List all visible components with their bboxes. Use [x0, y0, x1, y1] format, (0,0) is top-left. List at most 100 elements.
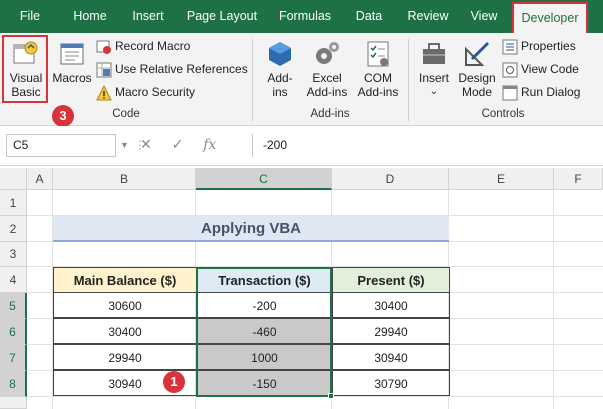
view-code-label: View Code: [521, 62, 579, 76]
controls-group-label: Controls: [481, 108, 525, 120]
add-ins-button[interactable]: Add- ins: [262, 39, 298, 99]
column-header-e[interactable]: E: [449, 168, 554, 190]
group-divider: [252, 39, 253, 121]
properties-icon: [502, 39, 518, 55]
run-dialog-label: Run Dialog: [521, 85, 581, 99]
column-header-c[interactable]: C: [196, 168, 332, 190]
relative-references-icon: [96, 62, 112, 78]
excel-add-ins-label-line2: Add-ins: [306, 85, 348, 99]
header-main-balance[interactable]: Main Balance ($): [53, 267, 197, 293]
visual-basic-icon: [13, 41, 38, 64]
chevron-down-icon: ⌄: [429, 86, 439, 97]
toolbox-icon: [423, 43, 445, 64]
com-add-ins-label-line1: COM: [364, 71, 392, 85]
use-relative-references-button[interactable]: Use Relative References: [96, 59, 248, 79]
properties-button[interactable]: Properties: [502, 36, 576, 56]
record-macro-label: Record Macro: [115, 39, 191, 53]
macros-icon: [60, 43, 84, 65]
sheet-title[interactable]: Applying VBA: [53, 216, 449, 242]
run-dialog-icon: [502, 85, 518, 101]
excel-add-ins-button[interactable]: Excel Add-ins: [302, 39, 352, 99]
properties-label: Properties: [521, 39, 576, 53]
tab-home[interactable]: Home: [66, 0, 114, 33]
cell-present[interactable]: 30940: [332, 344, 450, 370]
tab-formulas[interactable]: Formulas: [270, 0, 340, 33]
visual-basic-label-line2: Basic: [11, 85, 41, 99]
tab-data[interactable]: Data: [348, 0, 390, 33]
select-all-corner[interactable]: [0, 168, 27, 190]
insert-control-label: Insert: [418, 71, 449, 85]
name-box-dropdown-icon[interactable]: ▼: [120, 140, 129, 150]
row-header-7[interactable]: 7: [0, 345, 27, 371]
insert-function-icon[interactable]: fx: [203, 137, 216, 153]
column-header-f[interactable]: F: [554, 168, 603, 190]
com-add-ins-label-line2: Add-ins: [357, 85, 399, 99]
macro-security-label: Macro Security: [115, 85, 196, 99]
row-header-1[interactable]: 1: [0, 190, 27, 216]
use-relative-references-label: Use Relative References: [115, 62, 248, 76]
add-ins-label-line1: Add-: [267, 71, 293, 85]
code-group-label: Code: [112, 108, 140, 120]
enter-icon[interactable]: ✓: [172, 136, 184, 153]
tab-insert[interactable]: Insert: [124, 0, 172, 33]
add-ins-label-line2: ins: [272, 85, 288, 99]
formula-input[interactable]: -200: [252, 134, 603, 157]
run-dialog-button[interactable]: Run Dialog: [502, 82, 580, 102]
cell-main-balance[interactable]: 29940: [53, 344, 197, 370]
row-header-5[interactable]: 5: [0, 293, 27, 319]
design-mode-icon: [465, 41, 490, 66]
group-divider: [408, 39, 409, 121]
ribbon-panel: Visual Basic Macros Record Macro Use Rel…: [0, 33, 603, 126]
ribbon-tab-bar: File Home Insert Page Layout Formulas Da…: [0, 0, 603, 33]
formula-bar-buttons: ✕ ✓ fx: [140, 136, 232, 153]
formula-bar: C5 ▼ ⋮ ✕ ✓ fx -200: [0, 126, 603, 166]
add-ins-group-label: Add-ins: [310, 108, 350, 120]
record-macro-icon: [96, 40, 111, 54]
fill-handle[interactable]: [328, 393, 334, 399]
row-header-9[interactable]: [0, 397, 27, 409]
insert-control-button[interactable]: Insert ⌄: [414, 39, 454, 99]
row-header-2[interactable]: 2: [0, 216, 27, 242]
tab-file[interactable]: File: [10, 0, 50, 33]
selection-range-border: [196, 267, 332, 397]
callout-badge-3: 3: [52, 105, 74, 127]
name-box[interactable]: C5: [6, 134, 116, 157]
callout-badge-1: 1: [163, 371, 185, 393]
tab-developer[interactable]: Developer: [512, 2, 588, 33]
visual-basic-button[interactable]: Visual Basic: [4, 39, 48, 99]
cell-present[interactable]: 29940: [332, 318, 450, 344]
view-code-button[interactable]: View Code: [502, 59, 579, 79]
column-header-d[interactable]: D: [332, 168, 449, 190]
cell-main-balance[interactable]: 30400: [53, 318, 197, 344]
macro-security-button[interactable]: Macro Security: [96, 82, 195, 102]
visual-basic-label-line1: Visual: [9, 71, 43, 85]
record-macro-button[interactable]: Record Macro: [96, 36, 190, 56]
gear-icon: [316, 42, 339, 64]
com-add-ins-icon: [367, 41, 389, 67]
row-header-6[interactable]: 6: [0, 319, 27, 345]
column-header-b[interactable]: B: [53, 168, 196, 190]
macros-label: Macros: [52, 71, 92, 85]
design-mode-label-line1: Design: [458, 71, 496, 85]
excel-add-ins-label-line1: Excel: [312, 71, 342, 85]
gridline: [553, 190, 554, 409]
macros-button[interactable]: Macros: [52, 39, 92, 85]
cancel-icon[interactable]: ✕: [140, 136, 152, 153]
tab-review[interactable]: Review: [400, 0, 456, 33]
add-ins-icon: [269, 42, 291, 66]
cell-present[interactable]: 30790: [332, 370, 450, 396]
column-header-a[interactable]: A: [27, 168, 53, 190]
header-present[interactable]: Present ($): [332, 267, 450, 293]
design-mode-button[interactable]: Design Mode: [456, 39, 498, 99]
row-header-8[interactable]: 8: [0, 371, 27, 397]
com-add-ins-button[interactable]: COM Add-ins: [354, 39, 402, 99]
tab-view[interactable]: View: [464, 0, 504, 33]
cell-present[interactable]: 30400: [332, 292, 450, 318]
warning-icon: [96, 84, 112, 101]
row-header-3[interactable]: 3: [0, 242, 27, 267]
design-mode-label-line2: Mode: [461, 85, 493, 99]
cell-main-balance[interactable]: 30600: [53, 292, 197, 318]
tab-page-layout[interactable]: Page Layout: [182, 0, 262, 33]
row-header-4[interactable]: 4: [0, 267, 27, 293]
view-code-icon: [502, 62, 518, 78]
